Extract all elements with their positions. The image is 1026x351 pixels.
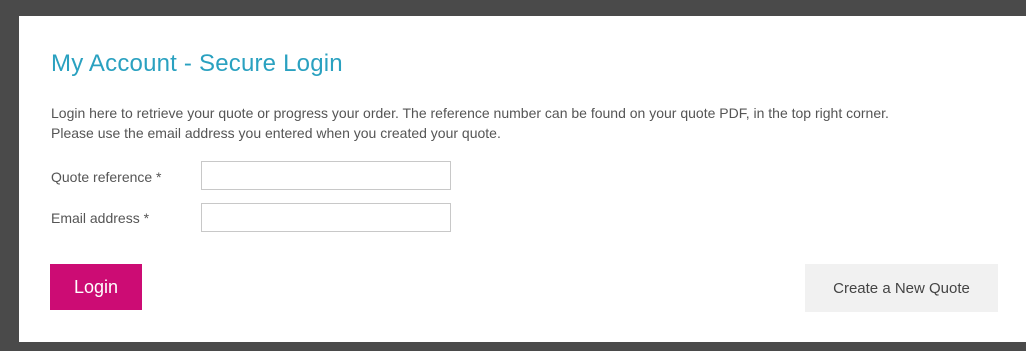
login-button[interactable]: Login [50, 264, 142, 310]
email-address-input[interactable] [201, 203, 451, 232]
email-address-label: Email address * [51, 210, 150, 226]
intro-line-2: Please use the email address you entered… [51, 125, 501, 141]
quote-reference-label: Quote reference * [51, 169, 162, 185]
login-panel: My Account - Secure Login Login here to … [19, 16, 1026, 342]
page-title: My Account - Secure Login [51, 50, 343, 77]
quote-reference-input[interactable] [201, 161, 451, 190]
create-new-quote-button[interactable]: Create a New Quote [805, 264, 998, 312]
intro-line-1: Login here to retrieve your quote or pro… [51, 105, 889, 121]
page-frame: My Account - Secure Login Login here to … [0, 0, 1026, 351]
intro-text: Login here to retrieve your quote or pro… [51, 103, 1011, 143]
